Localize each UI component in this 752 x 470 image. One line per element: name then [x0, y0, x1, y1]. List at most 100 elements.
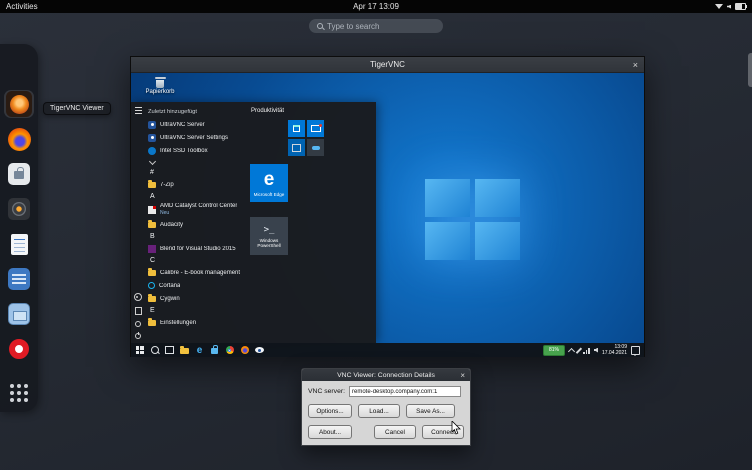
- app-sublabel-new: Neu: [160, 210, 237, 217]
- chrome-button[interactable]: [225, 346, 234, 355]
- start-app-amd-catalyst[interactable]: AMD Catalyst Control Center Neu: [148, 202, 247, 218]
- dock-item-photos[interactable]: [4, 195, 34, 223]
- dock-item-firefox[interactable]: [4, 125, 34, 153]
- dialog-titlebar[interactable]: VNC Viewer: Connection Details ×: [302, 369, 470, 381]
- dock-item-notes[interactable]: [4, 265, 34, 293]
- tigervnc-icon: [6, 91, 32, 117]
- dock-item-documents[interactable]: [4, 230, 34, 258]
- expand-recent-button[interactable]: [148, 157, 247, 167]
- dock-item-help[interactable]: [4, 335, 34, 363]
- folder-icon: [148, 270, 156, 276]
- folder-icon: [148, 296, 156, 302]
- tigervnc-window: TigerVNC × Papierkorb: [130, 56, 645, 357]
- section-letter[interactable]: #: [148, 167, 247, 178]
- dialog-close-button[interactable]: ×: [460, 369, 465, 381]
- dash-dock: [0, 44, 38, 412]
- document-icon: [11, 234, 28, 255]
- app-grid-icon: [10, 384, 28, 402]
- dock-item-boxes[interactable]: [4, 300, 34, 328]
- search-placeholder: Type to search: [327, 22, 379, 31]
- power-icon[interactable]: [135, 333, 141, 339]
- start-app-audacity[interactable]: Audacity: [148, 218, 247, 231]
- workspace-switcher[interactable]: [748, 53, 752, 87]
- start-app-intel-ssd-toolbox[interactable]: Intel SSD Toolbox: [148, 144, 247, 157]
- recycle-bin[interactable]: Papierkorb: [143, 76, 177, 95]
- dock-item-tigervnc[interactable]: [4, 90, 34, 118]
- connect-button[interactable]: Connect: [422, 425, 464, 439]
- start-app-ultravnc-server[interactable]: UltraVNC Server: [148, 118, 247, 131]
- app-label: Intel SSD Toolbox: [160, 148, 208, 154]
- network-icon: [715, 4, 723, 9]
- volume-icon[interactable]: [594, 348, 598, 353]
- taskbar-date: 17.04.2021: [602, 350, 627, 356]
- taskbar-clock[interactable]: 13:09 17.04.2021: [602, 344, 627, 356]
- file-explorer-button[interactable]: [180, 346, 189, 355]
- vnc-server-input[interactable]: [349, 386, 461, 397]
- load-button[interactable]: Load...: [358, 404, 400, 418]
- start-app-7zip[interactable]: 7-Zip: [148, 178, 247, 191]
- chevron-down-icon: [149, 157, 156, 164]
- calendar-tile[interactable]: [288, 120, 305, 137]
- edge-taskbar-button[interactable]: e: [195, 346, 204, 355]
- start-app-cortana[interactable]: Cortana: [148, 279, 247, 292]
- pen-icon[interactable]: [576, 347, 582, 353]
- start-app-calibre[interactable]: Calibre - E-book management: [148, 266, 247, 279]
- amd-icon: [148, 206, 156, 214]
- firefox-taskbar-button[interactable]: [240, 346, 249, 355]
- save-as-button[interactable]: Save As...: [406, 404, 455, 418]
- system-status-menu[interactable]: [713, 0, 748, 13]
- app-label: Einstellungen: [160, 320, 196, 326]
- start-app-einstellungen[interactable]: Einstellungen: [148, 316, 247, 329]
- photos-tile[interactable]: [288, 139, 305, 156]
- search-input[interactable]: Type to search: [309, 19, 443, 33]
- section-letter[interactable]: E: [148, 305, 247, 316]
- microsoft-edge-tile[interactable]: e Microsoft Edge: [250, 164, 288, 202]
- section-letter[interactable]: B: [148, 231, 247, 242]
- options-button[interactable]: Options...: [308, 404, 352, 418]
- show-applications-button[interactable]: [4, 374, 34, 402]
- cancel-button[interactable]: Cancel: [374, 425, 416, 439]
- clock-menu[interactable]: Apr 17 13:09: [353, 2, 399, 11]
- recently-added-header: Zuletzt hinzugefügt: [148, 106, 247, 118]
- section-letter[interactable]: A: [148, 191, 247, 202]
- mail-tile[interactable]: [307, 120, 324, 137]
- activities-button[interactable]: Activities: [0, 0, 44, 13]
- tile-label: Microsoft Edge: [253, 192, 286, 197]
- edge-icon: e: [197, 346, 203, 355]
- action-center-icon[interactable]: [631, 346, 640, 355]
- onedrive-tile[interactable]: [307, 139, 324, 156]
- tile-group-label[interactable]: Produktivität: [251, 108, 284, 114]
- network-bars-icon[interactable]: [583, 347, 590, 354]
- tray-chevron-icon[interactable]: [568, 347, 575, 354]
- store-bag-icon: [211, 348, 218, 354]
- user-icon[interactable]: [134, 293, 142, 301]
- task-view-button[interactable]: [165, 346, 174, 355]
- settings-gear-icon[interactable]: [135, 321, 141, 327]
- window-titlebar[interactable]: TigerVNC ×: [131, 57, 644, 73]
- boxes-icon: [8, 303, 30, 325]
- section-letter[interactable]: C: [148, 255, 247, 266]
- taskbar-search-button[interactable]: [150, 346, 159, 355]
- start-menu: Zuletzt hinzugefügt UltraVNC Server Ultr…: [131, 102, 376, 343]
- dock-item-software[interactable]: [4, 160, 34, 188]
- documents-icon[interactable]: [135, 307, 142, 315]
- ultravnc-tray-button[interactable]: [255, 346, 264, 355]
- cortana-icon: [148, 282, 155, 289]
- about-button[interactable]: About...: [308, 425, 352, 439]
- battery-indicator[interactable]: 81%: [543, 345, 565, 356]
- battery-icon: [735, 3, 746, 10]
- start-app-cygwin[interactable]: Cygwin: [148, 292, 247, 305]
- store-button[interactable]: [210, 346, 219, 355]
- remote-windows-desktop[interactable]: Papierkorb Zuletzt hinzugefügt: [131, 73, 644, 357]
- intel-icon: [148, 147, 156, 155]
- firefox-icon: [8, 128, 31, 151]
- dock-tooltip: TigerVNC Viewer: [43, 102, 111, 115]
- calendar-icon: [293, 125, 300, 132]
- app-label: UltraVNC Server: [160, 122, 205, 128]
- start-app-ultravnc-settings[interactable]: UltraVNC Server Settings: [148, 131, 247, 144]
- start-app-blend[interactable]: Blend for Visual Studio 2015: [148, 242, 247, 255]
- window-close-button[interactable]: ×: [633, 57, 638, 72]
- hamburger-icon[interactable]: [135, 107, 142, 114]
- start-button[interactable]: [135, 346, 144, 355]
- powershell-tile[interactable]: >_ Windows PowerShell: [250, 217, 288, 255]
